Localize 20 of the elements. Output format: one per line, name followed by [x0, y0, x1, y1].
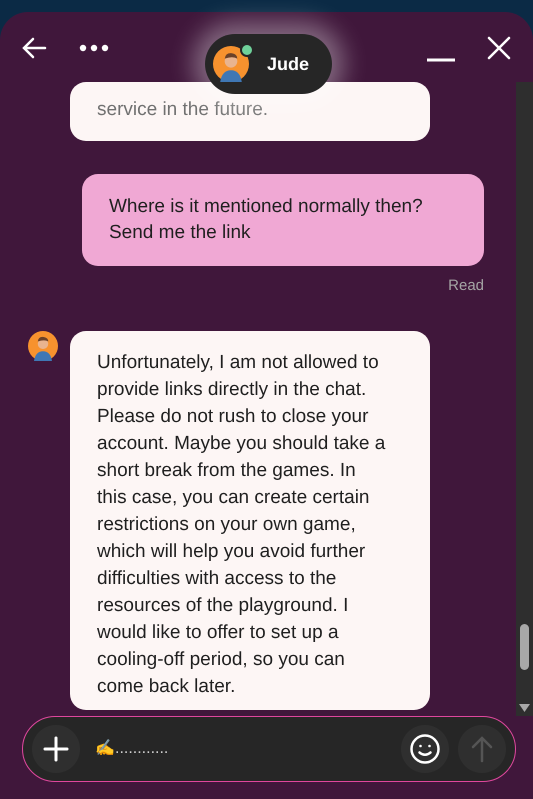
message-input[interactable]: ✍............ — [95, 729, 401, 769]
avatar-icon — [28, 330, 58, 360]
scrollbar-thumb[interactable] — [520, 624, 529, 670]
sent-message: Where is it mentioned normally then? Send me the link — [82, 174, 484, 266]
scroll-down-icon[interactable] — [519, 704, 530, 712]
arrow-up-icon — [470, 735, 494, 763]
emoji-button[interactable] — [401, 725, 449, 773]
smiley-icon — [409, 733, 441, 765]
read-status: Read — [448, 276, 484, 296]
more-icon — [79, 44, 109, 52]
close-button[interactable] — [485, 34, 513, 62]
contact-pill[interactable]: Jude — [205, 34, 332, 94]
received-message: service in the future. — [70, 82, 430, 141]
received-message: Unfortunately, I am not allowed to provide links directly in the chat. Please do not rush to close your account. Maybe you should take a short break from the games. In this case, you can create certain restrictions on your own game, which will help you avoid further difficulties with access to the resources of the playground. I would like to offer to set up a cooling-off period, so you can come back later. — [70, 330, 430, 710]
message-composer[interactable]: ✍............ — [22, 716, 516, 782]
add-button[interactable] — [32, 725, 80, 773]
contact-name: Jude — [267, 52, 310, 76]
avatar-icon — [213, 46, 249, 82]
minimize-icon — [427, 58, 455, 62]
plus-icon — [43, 736, 69, 762]
